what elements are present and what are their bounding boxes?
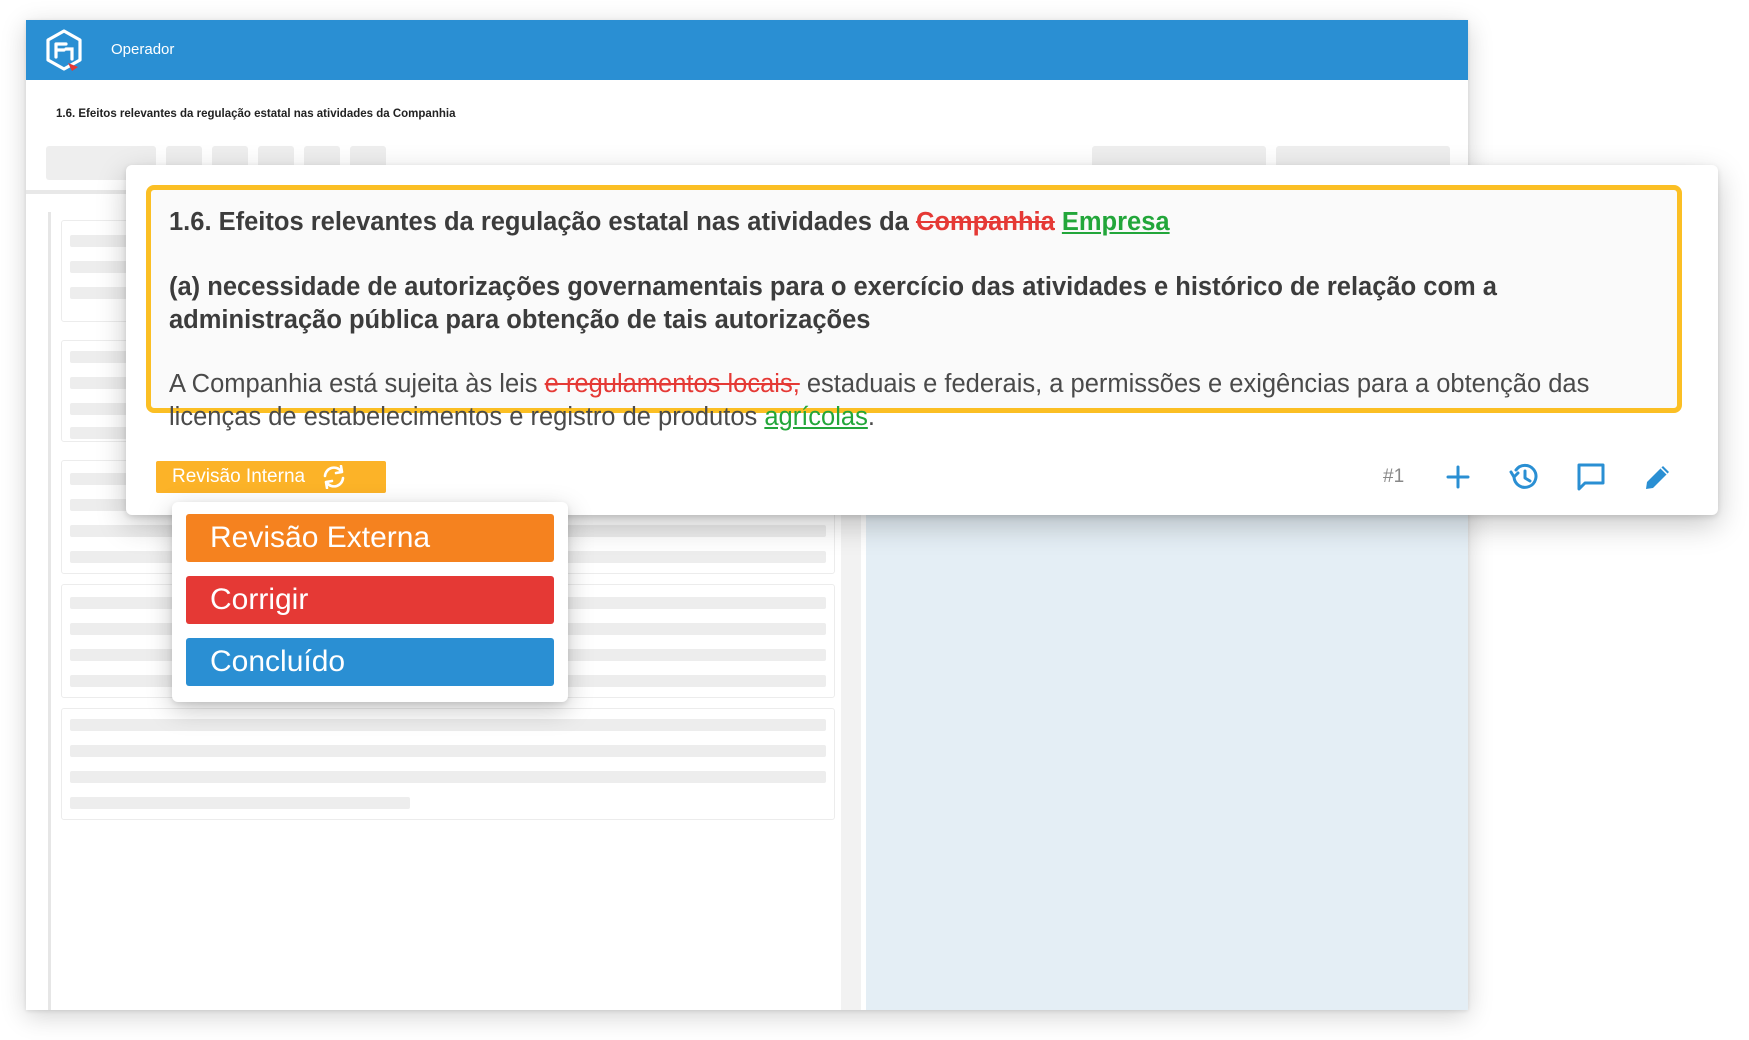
history-button[interactable] <box>1506 458 1544 496</box>
edit-icon <box>1646 466 1669 489</box>
section-card[interactable] <box>61 708 835 820</box>
add-button[interactable] <box>1439 458 1477 496</box>
add-icon <box>1446 465 1470 489</box>
comment-button[interactable] <box>1572 458 1610 496</box>
text-placeholder-line <box>70 719 826 731</box>
app-logo-icon[interactable] <box>44 29 84 71</box>
text-placeholder-line <box>70 771 826 783</box>
status-dropdown-button[interactable]: Revisão Interna <box>156 461 386 493</box>
app-header-bar: Operador <box>26 20 1468 80</box>
revision-index: #1 <box>1383 466 1405 487</box>
body-text: A Companhia está sujeita às leis <box>169 370 538 398</box>
sync-icon <box>323 465 345 489</box>
section-body: A Companhia está sujeita às leis e regul… <box>169 368 1659 434</box>
subsection-heading: (a) necessidade de autorizações governam… <box>169 273 1497 334</box>
deleted-text: Companhia <box>915 208 1055 236</box>
edit-button[interactable] <box>1639 458 1677 496</box>
history-icon <box>1509 463 1538 489</box>
app-name: Operador <box>111 41 175 58</box>
menu-item-concluido[interactable]: Concluído <box>186 638 554 686</box>
deleted-text: e regulamentos locais, <box>544 370 800 398</box>
section-heading: 1.6. Efeitos relevantes da regulação est… <box>169 206 1659 239</box>
text-placeholder-line <box>70 797 410 809</box>
menu-item-corrigir[interactable]: Corrigir <box>186 576 554 624</box>
comment-icon <box>1577 463 1605 491</box>
body-text: . <box>867 403 875 431</box>
menu-item-revisao-externa[interactable]: Revisão Externa <box>186 514 554 562</box>
text-placeholder-line <box>70 745 826 757</box>
heading-text: 1.6. Efeitos relevantes da regulação est… <box>169 208 909 236</box>
status-menu: Revisão Externa Corrigir Concluído <box>172 502 568 702</box>
status-label: Revisão Interna <box>172 466 306 487</box>
inserted-text: Empresa <box>1061 208 1170 236</box>
inserted-text: agrícolas <box>764 403 868 431</box>
revision-text-box[interactable]: 1.6. Efeitos relevantes da regulação est… <box>146 185 1682 431</box>
document-title: 1.6. Efeitos relevantes da regulação est… <box>56 108 456 120</box>
revision-editor-card: 1.6. Efeitos relevantes da regulação est… <box>126 165 1718 515</box>
